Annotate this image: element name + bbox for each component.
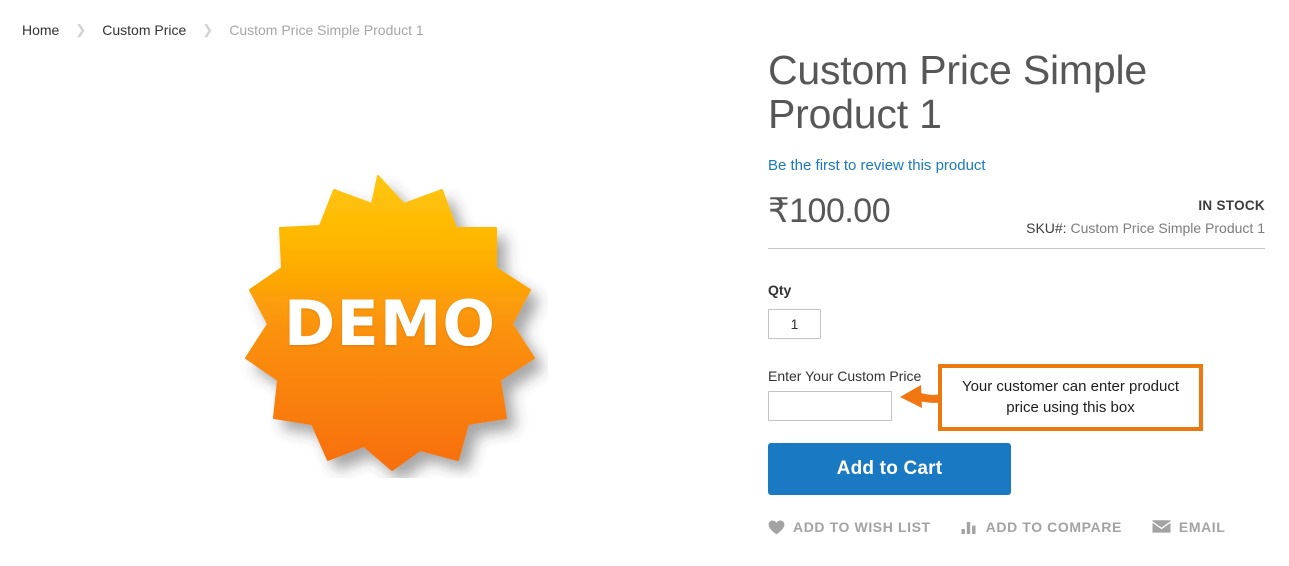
custom-price-input[interactable] [768,391,892,421]
status-badge: IN STOCK [1198,198,1265,213]
add-to-compare-link[interactable]: ADD TO COMPARE [961,519,1122,535]
custom-price-field-group: Enter Your Custom Price Your customer ca… [768,364,1265,431]
add-to-cart-button[interactable]: Add to Cart [768,443,1011,495]
heart-icon [768,520,785,535]
add-to-wishlist-link[interactable]: ADD TO WISH LIST [768,519,931,535]
email-link[interactable]: EMAIL [1152,519,1226,535]
product-info-main: Custom Price Simple Product 1 Be the fir… [768,48,1265,535]
add-to-wishlist-label: ADD TO WISH LIST [793,519,931,535]
breadcrumb-item-home[interactable]: Home [22,20,59,40]
qty-label: Qty [768,282,792,298]
qty-field-group: Qty [768,281,1265,339]
product-gallery: DEMO [0,48,740,548]
breadcrumb-item-current: Custom Price Simple Product 1 [229,22,424,38]
product-view: DEMO Custom Price Simple Product 1 Be th… [0,48,1289,566]
sku-value: Custom Price Simple Product 1 [1070,220,1265,236]
product-price: ₹100.00 [768,192,891,230]
breadcrumb-separator-icon: ❯ [75,22,87,37]
quantity-stepper[interactable] [768,309,821,339]
product-image-demo-badge[interactable]: DEMO [228,168,548,478]
annotation-callout: Your customer can enter product price us… [938,364,1203,431]
compare-bars-icon [961,520,978,534]
add-to-compare-label: ADD TO COMPARE [985,519,1122,535]
reviews-link[interactable]: Be the first to review this product [768,157,986,175]
sku-label: SKU#: [1026,220,1067,236]
annotation-text: Your customer can enter product price us… [961,378,1180,416]
product-social-links: ADD TO WISH LIST ADD TO COMPARE EMAIL [768,519,1265,535]
product-sku: SKU#: Custom Price Simple Product 1 [1026,219,1265,237]
page-title: Custom Price Simple Product 1 [768,47,1147,137]
stock-and-sku-block: IN STOCK SKU#: Custom Price Simple Produ… [1026,191,1265,237]
envelope-icon [1152,520,1171,534]
email-label: EMAIL [1178,519,1226,535]
section-divider [768,248,1265,249]
breadcrumb: Home ❯ Custom Price ❯ Custom Price Simpl… [22,20,424,40]
breadcrumb-separator-icon: ❯ [202,22,214,37]
price-and-stock-row: ₹100.00 IN STOCK SKU#: Custom Price Simp… [768,191,1265,237]
breadcrumb-item-custom-price[interactable]: Custom Price [102,20,186,40]
